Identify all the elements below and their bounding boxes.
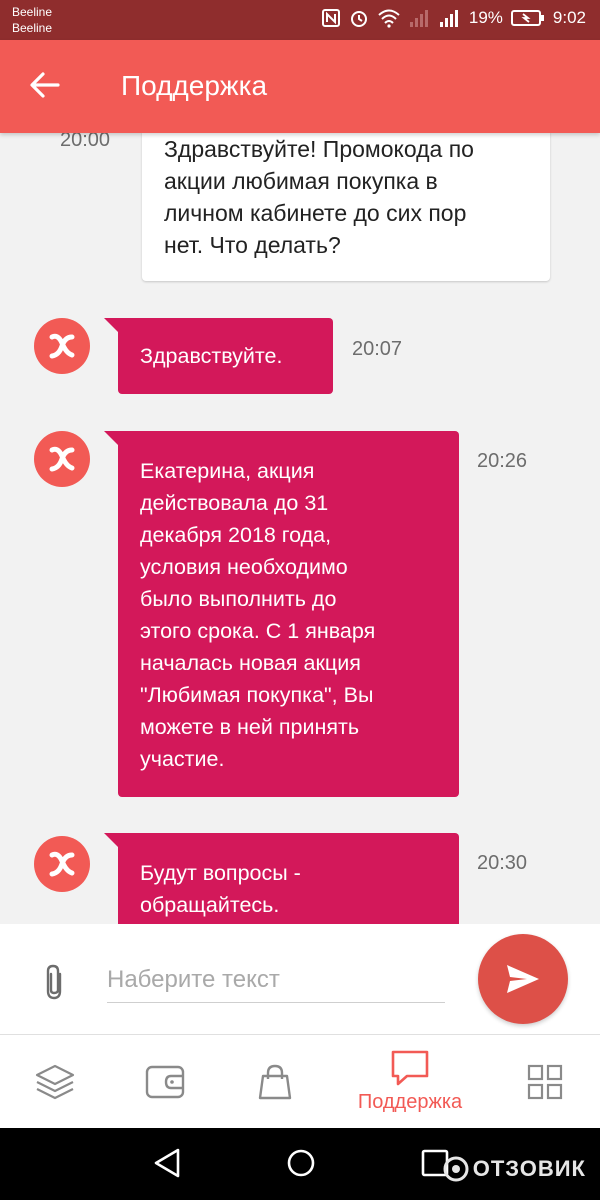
watermark-text: ОТЗОВИК	[472, 1156, 586, 1181]
triangle-back-icon	[154, 1148, 180, 1178]
support-logo-icon	[49, 333, 75, 359]
message-line: можете в ней принять	[140, 715, 360, 739]
message-time: 20:00	[60, 133, 111, 151]
arrow-left-icon	[30, 72, 60, 98]
bottom-navigation: Поддержка	[0, 1035, 600, 1128]
system-navigation-bar: ОТЗОВИК	[0, 1128, 600, 1200]
support-message-bubble[interactable]: Будут вопросы - обращайтесь.	[104, 833, 459, 924]
alarm-icon	[350, 11, 367, 27]
support-logo-icon	[49, 851, 75, 877]
system-home-button[interactable]	[285, 1146, 317, 1185]
support-avatar	[34, 836, 90, 892]
shopping-bag-icon	[258, 1064, 292, 1099]
message-line: Здравствуйте! Промокода по	[164, 136, 474, 162]
carrier-names: Beeline Beeline	[12, 4, 52, 36]
message-time: 20:26	[477, 450, 528, 472]
message-line: личном кабинете до сих пор	[164, 200, 467, 226]
circle-home-icon	[287, 1149, 315, 1177]
status-time: 9:02	[552, 8, 586, 27]
layers-icon	[35, 1064, 75, 1099]
support-message-bubble[interactable]: Здравствуйте.	[104, 318, 333, 394]
send-button[interactable]	[478, 934, 568, 1024]
nav-label-support: Поддержка	[357, 1091, 463, 1113]
paperclip-icon	[46, 964, 62, 1000]
otzovik-logo-icon	[443, 1156, 469, 1182]
message-line: участие.	[140, 747, 225, 771]
signal-icon-2	[439, 10, 458, 27]
message-time: 20:30	[477, 852, 528, 874]
support-message-bubble[interactable]: Екатерина, акция действовала до 31 декаб…	[104, 431, 459, 797]
battery-percent: 19%	[468, 8, 503, 27]
message-line: "Любимая покупка", Вы	[140, 683, 374, 707]
message-line: обращайтесь.	[140, 893, 280, 917]
message-line: условия необходимо	[140, 555, 348, 579]
carrier-1: Beeline	[12, 5, 53, 19]
message-line: действовала до 31	[140, 491, 329, 515]
status-icons: 19% 9:02	[321, 8, 586, 28]
nav-item-layers[interactable]	[20, 1035, 90, 1128]
signal-icon	[409, 10, 428, 27]
message-line: Здравствуйте.	[140, 344, 283, 368]
support-avatar	[34, 431, 90, 487]
message-line: акции любимая покупка в	[164, 168, 438, 194]
nav-item-more[interactable]	[510, 1035, 580, 1128]
status-bar: Beeline Beeline 19% 9:02	[0, 0, 600, 40]
message-line: нет. Что делать?	[164, 232, 341, 258]
send-icon	[507, 965, 539, 993]
watermark: ОТЗОВИК	[443, 1156, 586, 1182]
carrier-2: Beeline	[12, 21, 53, 35]
back-button[interactable]	[28, 68, 68, 108]
nav-item-support[interactable]: Поддержка	[335, 1035, 485, 1128]
chat-bubble-icon	[391, 1050, 429, 1086]
support-avatar	[34, 318, 90, 374]
wifi-icon	[378, 9, 400, 28]
user-message-bubble[interactable]: Здравствуйте! Промокода по акции любимая…	[142, 133, 550, 281]
message-input[interactable]	[107, 958, 445, 1003]
system-back-button[interactable]	[152, 1146, 182, 1185]
message-line: декабря 2018 года,	[140, 523, 332, 547]
message-line: Будут вопросы -	[140, 861, 301, 885]
support-logo-icon	[49, 446, 75, 472]
nav-item-wallet[interactable]	[130, 1035, 200, 1128]
nav-item-shop[interactable]	[240, 1035, 310, 1128]
grid-icon	[527, 1064, 563, 1099]
page-title: Поддержка	[121, 70, 268, 101]
message-line: началась новая акция	[140, 651, 361, 675]
nfc-icon	[321, 9, 340, 27]
battery-icon	[510, 9, 545, 27]
message-line: было выполнить до	[140, 587, 337, 611]
wallet-icon	[145, 1065, 185, 1098]
app-bar: Поддержка	[0, 40, 600, 133]
message-line: Екатерина, акция	[140, 459, 315, 483]
chat-area[interactable]: 20:00 Здравствуйте! Промокода по акции л…	[0, 133, 600, 924]
attach-button[interactable]	[40, 962, 68, 1007]
message-time: 20:07	[352, 338, 403, 360]
message-line: этого срока. С 1 января	[140, 619, 376, 643]
